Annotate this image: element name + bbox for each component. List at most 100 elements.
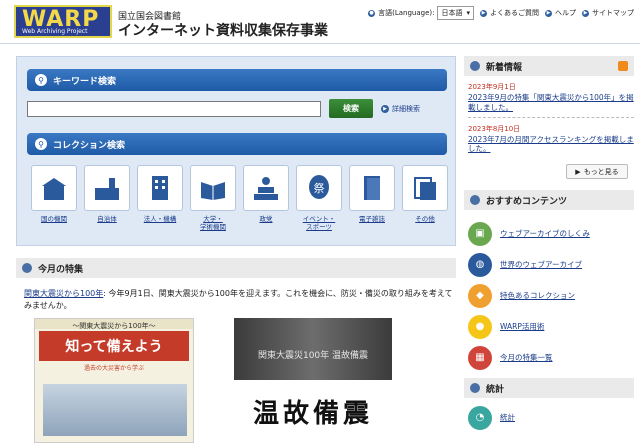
government-building-icon bbox=[31, 165, 77, 211]
divider bbox=[468, 116, 634, 118]
pie-chart-icon: ◔ bbox=[468, 405, 492, 430]
sitemap-link[interactable]: ▶ サイトマップ bbox=[582, 8, 634, 18]
feature-title: 今月の特集 bbox=[38, 264, 84, 275]
news-link[interactable]: 2023年9月の特集「関東大震災から100年」を掲載しました。 bbox=[468, 93, 634, 113]
local-government-icon bbox=[84, 165, 130, 211]
recommend-heading: おすすめコンテンツ bbox=[464, 190, 634, 210]
news-link[interactable]: 2023年7月の月間アクセスランキングを掲載しました。 bbox=[468, 135, 634, 155]
logo-subtitle: Web Archiving Project bbox=[22, 28, 88, 35]
search-icon: ⚲ bbox=[35, 138, 47, 150]
recommend-label: ウェブアーカイブのしくみ bbox=[500, 229, 590, 238]
stats-link-item[interactable]: ◔ 統計 bbox=[464, 402, 634, 433]
globe-icon: ◍ bbox=[468, 252, 492, 277]
news-date: 2023年9月1日 bbox=[468, 83, 516, 91]
category-label: 国の機関 bbox=[41, 215, 67, 223]
arrow-icon: ▶ bbox=[575, 167, 581, 176]
chevron-down-icon: ▾ bbox=[466, 9, 470, 17]
bullet-icon bbox=[22, 263, 32, 273]
category-label: 大学・ 学術機関 bbox=[200, 215, 226, 232]
faq-label: よくあるご質問 bbox=[490, 9, 539, 17]
festival-icon: 祭 bbox=[296, 165, 342, 211]
thumbnail-calligraphy: 温故備震 bbox=[234, 380, 392, 443]
rss-icon[interactable] bbox=[618, 61, 628, 71]
advanced-search-label: 詳細検索 bbox=[392, 105, 420, 113]
box-icon: ◆ bbox=[468, 283, 492, 308]
thumbnail-subtitle: 過去の大災害から学ぶ bbox=[83, 365, 144, 372]
category-corporation[interactable]: 法人・機構 bbox=[137, 165, 183, 231]
feature-thumbnail-1[interactable]: ～関東大震災から100年～ 知って備えよう 過去の大災害から学ぶ bbox=[34, 318, 194, 443]
feature-link[interactable]: 関東大震災から100年 bbox=[24, 289, 103, 298]
thumbnail-title: 知って備えよう bbox=[39, 331, 189, 361]
category-local-government[interactable]: 自治体 bbox=[84, 165, 130, 231]
warp-logo[interactable]: WARP Web Archiving Project bbox=[14, 5, 112, 38]
stats-section: 統計 ◔ 統計 bbox=[464, 378, 634, 433]
language-select[interactable]: 日本語 ▾ bbox=[437, 6, 474, 20]
bullet-icon bbox=[470, 383, 480, 393]
globe-icon: ● bbox=[368, 9, 376, 17]
language-value: 日本語 bbox=[441, 9, 463, 17]
news-title: 新着情報 bbox=[486, 62, 523, 73]
stats-title: 統計 bbox=[486, 384, 505, 395]
news-heading: 新着情報 bbox=[464, 56, 634, 76]
lightbulb-icon: ● bbox=[468, 314, 492, 339]
project-title: インターネット資料収集保存事業 bbox=[118, 23, 328, 39]
political-party-icon bbox=[243, 165, 289, 211]
recommend-item-mechanism[interactable]: ▣ ウェブアーカイブのしくみ bbox=[464, 218, 634, 249]
arrow-icon: ▶ bbox=[545, 9, 552, 17]
top-navigation: ● 言語(Language): 日本語 ▾ ▶ よくあるご質問 ▶ ヘルプ ▶ … bbox=[368, 6, 634, 20]
recommend-title: おすすめコンテンツ bbox=[486, 196, 568, 207]
arrow-icon: ▶ bbox=[381, 105, 389, 113]
advanced-search-link[interactable]: ▶ 詳細検索 bbox=[381, 104, 420, 114]
faq-link[interactable]: ▶ よくあるご質問 bbox=[480, 8, 539, 18]
more-label: もっと見る bbox=[583, 167, 619, 176]
category-label: 自治体 bbox=[97, 215, 117, 223]
more-button[interactable]: ▶ もっと見る bbox=[566, 164, 628, 179]
category-label: その他 bbox=[415, 215, 435, 223]
recommend-item-features[interactable]: ▦ 今月の特集一覧 bbox=[464, 342, 634, 373]
keyword-search-title: キーワード検索 bbox=[53, 76, 117, 87]
recommend-section: おすすめコンテンツ ▣ ウェブアーカイブのしくみ ◍ 世界のウェブアーカイブ ◆… bbox=[464, 190, 634, 373]
thumbnail-title: 関東大震災100年 温故備震 bbox=[257, 351, 369, 361]
collection-search-heading: ⚲ コレクション検索 bbox=[27, 133, 447, 155]
university-icon bbox=[190, 165, 236, 211]
search-icon: ⚲ bbox=[35, 74, 47, 86]
category-label: 電子雑誌 bbox=[359, 215, 385, 223]
search-button[interactable]: 検索 bbox=[329, 99, 373, 118]
collection-search-title: コレクション検索 bbox=[53, 140, 126, 151]
magazine-icon bbox=[349, 165, 395, 211]
site-header: WARP Web Archiving Project 国立国会図書館 インターネ… bbox=[0, 0, 640, 44]
other-icon bbox=[402, 165, 448, 211]
arrow-icon: ▶ bbox=[480, 9, 487, 17]
category-university[interactable]: 大学・ 学術機関 bbox=[190, 165, 236, 231]
help-link[interactable]: ▶ ヘルプ bbox=[545, 8, 576, 18]
language-label: 言語(Language): bbox=[378, 9, 435, 17]
recommend-item-world[interactable]: ◍ 世界のウェブアーカイブ bbox=[464, 249, 634, 280]
feature-thumbnail-2[interactable]: 関東大震災100年 温故備震 温故備震 bbox=[234, 318, 392, 443]
recommend-item-collection[interactable]: ◆ 特色あるコレクション bbox=[464, 280, 634, 311]
recommend-label: 今月の特集一覧 bbox=[500, 353, 553, 362]
recommend-item-tips[interactable]: ● WARP活用術 bbox=[464, 311, 634, 342]
category-event-sports[interactable]: 祭 イベント・ スポーツ bbox=[296, 165, 342, 231]
recommend-label: 特色あるコレクション bbox=[500, 291, 575, 300]
arrow-icon: ▶ bbox=[582, 9, 589, 17]
search-panel: ⚲ キーワード検索 検索 ▶ 詳細検索 ⚲ コレクション検索 国の機関 自治体 … bbox=[16, 56, 456, 246]
robot-icon: ▣ bbox=[468, 221, 492, 246]
thumbnail-header: ～関東大震災から100年～ bbox=[35, 319, 193, 330]
category-magazine[interactable]: 電子雑誌 bbox=[349, 165, 395, 231]
category-government[interactable]: 国の機関 bbox=[31, 165, 77, 231]
help-label: ヘルプ bbox=[555, 9, 576, 17]
calendar-icon: ▦ bbox=[468, 345, 492, 370]
keyword-input[interactable] bbox=[27, 101, 321, 117]
feature-heading: 今月の特集 bbox=[16, 258, 456, 278]
category-political-party[interactable]: 政党 bbox=[243, 165, 289, 231]
bullet-icon bbox=[470, 61, 480, 71]
svg-text:祭: 祭 bbox=[314, 182, 325, 195]
category-label: 政党 bbox=[259, 215, 273, 223]
thumbnail-image bbox=[43, 384, 187, 436]
language-selector: ● 言語(Language): 日本語 ▾ bbox=[368, 6, 474, 20]
feature-description: 関東大震災から100年: 今年9月1日、関東大震災から100年を迎えます。これを… bbox=[24, 288, 454, 312]
news-section: 新着情報 2023年9月1日 2023年9月の特集「関東大震災から100年」を掲… bbox=[464, 56, 634, 179]
recommend-label: WARP活用術 bbox=[500, 322, 545, 331]
category-label: 法人・機構 bbox=[143, 215, 177, 223]
category-other[interactable]: その他 bbox=[402, 165, 448, 231]
